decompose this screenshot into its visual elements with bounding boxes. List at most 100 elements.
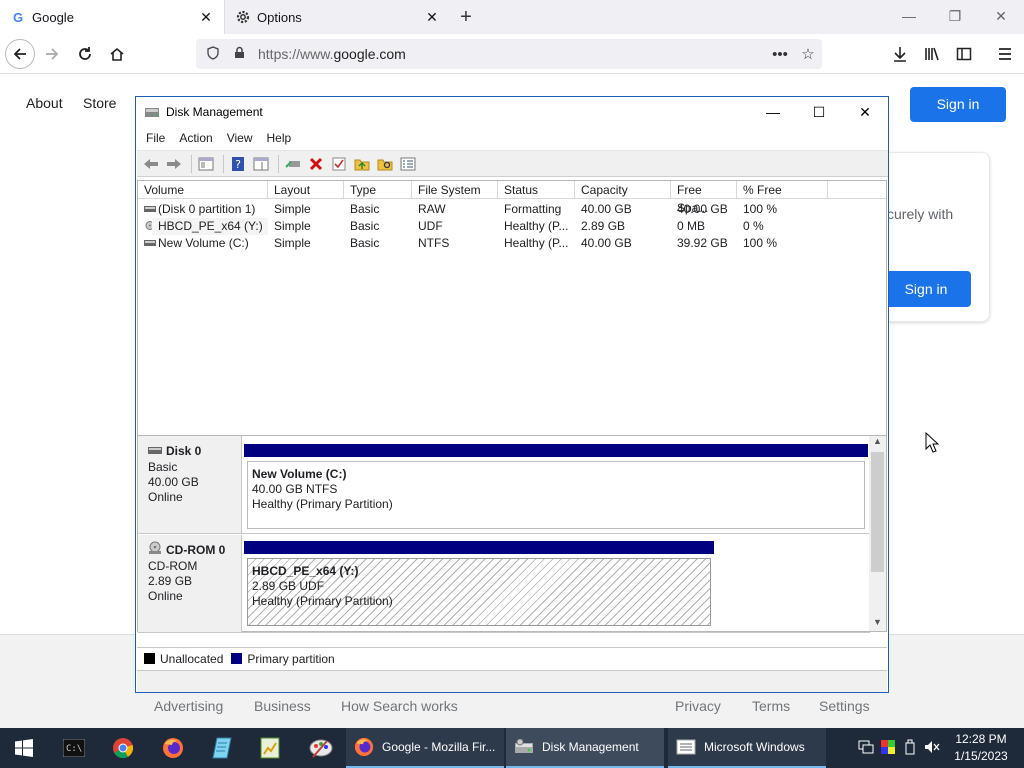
menu-help[interactable]: Help	[267, 131, 292, 145]
disk-label[interactable]: Disk 0 Basic 40.00 GB Online	[138, 436, 242, 533]
footer-link-how-search-works[interactable]: How Search works	[341, 698, 458, 714]
disk-state: Online	[148, 490, 183, 504]
firefox-icon[interactable]	[159, 734, 187, 762]
about-link[interactable]: About	[26, 95, 63, 111]
window-title-bar[interactable]: Disk Management — ☐ ✕	[136, 97, 888, 127]
checklist-icon[interactable]	[329, 155, 349, 173]
status-bar	[137, 670, 887, 692]
reload-button[interactable]	[71, 40, 99, 68]
address-bar[interactable]: https://www.google.com ••• ☆	[196, 39, 822, 69]
forward-arrow-icon[interactable]	[164, 155, 184, 173]
store-link[interactable]: Store	[83, 95, 116, 111]
back-button[interactable]	[5, 39, 35, 69]
url-text[interactable]: https://www.google.com	[258, 46, 766, 62]
partition-body: HBCD_PE_x64 (Y:) 2.89 GB UDF Healthy (Pr…	[247, 558, 711, 626]
open-folder-icon[interactable]	[352, 155, 372, 173]
navigation-toolbar: https://www.google.com ••• ☆	[0, 34, 1024, 74]
help-icon[interactable]: ?	[228, 155, 248, 173]
column-layout[interactable]: Layout	[268, 181, 344, 199]
menu-view[interactable]: View	[227, 131, 253, 145]
primary-partition-bar	[244, 444, 868, 457]
column-status[interactable]: Status	[498, 181, 575, 199]
sidebar-icon[interactable]	[950, 40, 978, 68]
back-arrow-icon[interactable]	[141, 155, 161, 173]
tab-options[interactable]: Options ✕	[225, 0, 450, 34]
minimize-button[interactable]: —	[750, 104, 796, 120]
close-tab-icon[interactable]: ✕	[194, 9, 218, 26]
column-capacity[interactable]: Capacity	[575, 181, 671, 199]
connect-disk-icon[interactable]	[283, 155, 303, 173]
column-file-system[interactable]: File System	[412, 181, 498, 199]
footer-link-advertising[interactable]: Advertising	[154, 698, 223, 714]
scroll-down-arrow-icon[interactable]: ▼	[869, 617, 886, 631]
sign-in-button[interactable]: Sign in	[910, 87, 1006, 122]
close-tab-icon[interactable]: ✕	[420, 9, 444, 26]
tab-google[interactable]: G Google ✕	[0, 0, 225, 34]
notepad-icon[interactable]	[208, 734, 236, 762]
taskbar-task-microsoft-windows[interactable]: Microsoft Windows	[668, 728, 826, 768]
shield-icon[interactable]	[204, 45, 222, 63]
downloads-icon[interactable]	[886, 40, 914, 68]
card-sign-in-button[interactable]: Sign in	[881, 271, 971, 307]
maximize-button[interactable]: ☐	[796, 104, 842, 121]
partition-block[interactable]: HBCD_PE_x64 (Y:) 2.89 GB UDF Healthy (Pr…	[244, 541, 714, 629]
forward-button[interactable]	[38, 40, 66, 68]
show-hide-console-tree-icon[interactable]	[196, 155, 216, 173]
new-tab-button[interactable]: +	[454, 4, 478, 30]
paint-tool-icon[interactable]	[307, 734, 335, 762]
start-button[interactable]	[0, 728, 48, 768]
network-icon[interactable]	[855, 740, 877, 757]
menu-action[interactable]: Action	[179, 131, 212, 145]
chart-document-icon[interactable]	[256, 734, 284, 762]
disk-row[interactable]: Disk 0 Basic 40.00 GB Online New Volume …	[138, 436, 870, 534]
search-folder-icon[interactable]	[375, 155, 395, 173]
scroll-up-arrow-icon[interactable]: ▲	[869, 436, 886, 450]
system-clock[interactable]: 12:28 PM 1/15/2023	[948, 731, 1014, 765]
column-percent-free[interactable]: % Free	[737, 181, 828, 199]
footer-link-terms[interactable]: Terms	[752, 698, 790, 714]
close-button[interactable]: ✕	[842, 104, 888, 121]
usb-device-icon[interactable]	[899, 739, 921, 758]
lock-icon[interactable]	[230, 46, 248, 62]
footer-link-business[interactable]: Business	[254, 698, 311, 714]
footer-link-settings[interactable]: Settings	[819, 698, 870, 714]
speaker-muted-icon[interactable]	[921, 740, 943, 757]
close-browser-button[interactable]: ✕	[978, 0, 1024, 34]
chrome-icon[interactable]	[109, 734, 137, 762]
footer-link-privacy[interactable]: Privacy	[675, 698, 721, 714]
clock-date: 1/15/2023	[954, 749, 1008, 763]
menu-file[interactable]: File	[146, 131, 165, 145]
volume-row[interactable]: New Volume (C:) Simple Basic NTFS Health…	[138, 235, 886, 252]
taskbar-task-firefox[interactable]: Google - Mozilla Fir...	[346, 728, 504, 768]
volume-row[interactable]: (Disk 0 partition 1) Simple Basic RAW Fo…	[138, 201, 886, 218]
delete-x-icon[interactable]	[306, 155, 326, 173]
volume-name: New Volume (C:)	[158, 236, 249, 250]
column-type[interactable]: Type	[344, 181, 412, 199]
page-actions-icon[interactable]: •••	[766, 46, 794, 63]
home-button[interactable]	[103, 40, 131, 68]
disk-row[interactable]: CD-ROM 0 CD-ROM 2.89 GB Online HBCD_PE_x…	[138, 535, 870, 633]
volume-type: Basic	[350, 236, 380, 250]
color-settings-icon[interactable]	[877, 739, 899, 757]
bookmark-star-icon[interactable]: ☆	[794, 45, 822, 63]
library-icon[interactable]	[918, 40, 946, 68]
card-text: curely with	[887, 206, 954, 222]
list-view-icon[interactable]	[398, 155, 418, 173]
vertical-scrollbar[interactable]: ▲ ▼	[869, 436, 886, 631]
minimize-browser-button[interactable]: —	[886, 0, 932, 34]
partition-block[interactable]: New Volume (C:) 40.00 GB NTFS Healthy (P…	[244, 444, 868, 532]
primary-partition-swatch	[231, 653, 243, 664]
volume-row[interactable]: HBCD_PE_x64 (Y:) Simple Basic UDF Health…	[138, 218, 886, 235]
disk-label[interactable]: CD-ROM 0 CD-ROM 2.89 GB Online	[138, 535, 242, 632]
disk-icon	[148, 447, 162, 454]
scrollbar-thumb[interactable]	[871, 452, 884, 572]
column-volume[interactable]: Volume	[138, 181, 268, 199]
taskbar-task-disk-management[interactable]: Disk Management	[506, 728, 664, 768]
restore-browser-button[interactable]: ❐	[932, 0, 978, 34]
properties-pane-icon[interactable]	[251, 155, 271, 173]
toolbar-separator	[223, 154, 224, 173]
column-free-space[interactable]: Free Spa...	[671, 181, 737, 215]
partition-size-fs: 40.00 GB NTFS	[252, 482, 338, 496]
hamburger-menu-icon[interactable]	[991, 40, 1019, 68]
command-prompt-icon[interactable]: C:\	[60, 734, 88, 762]
